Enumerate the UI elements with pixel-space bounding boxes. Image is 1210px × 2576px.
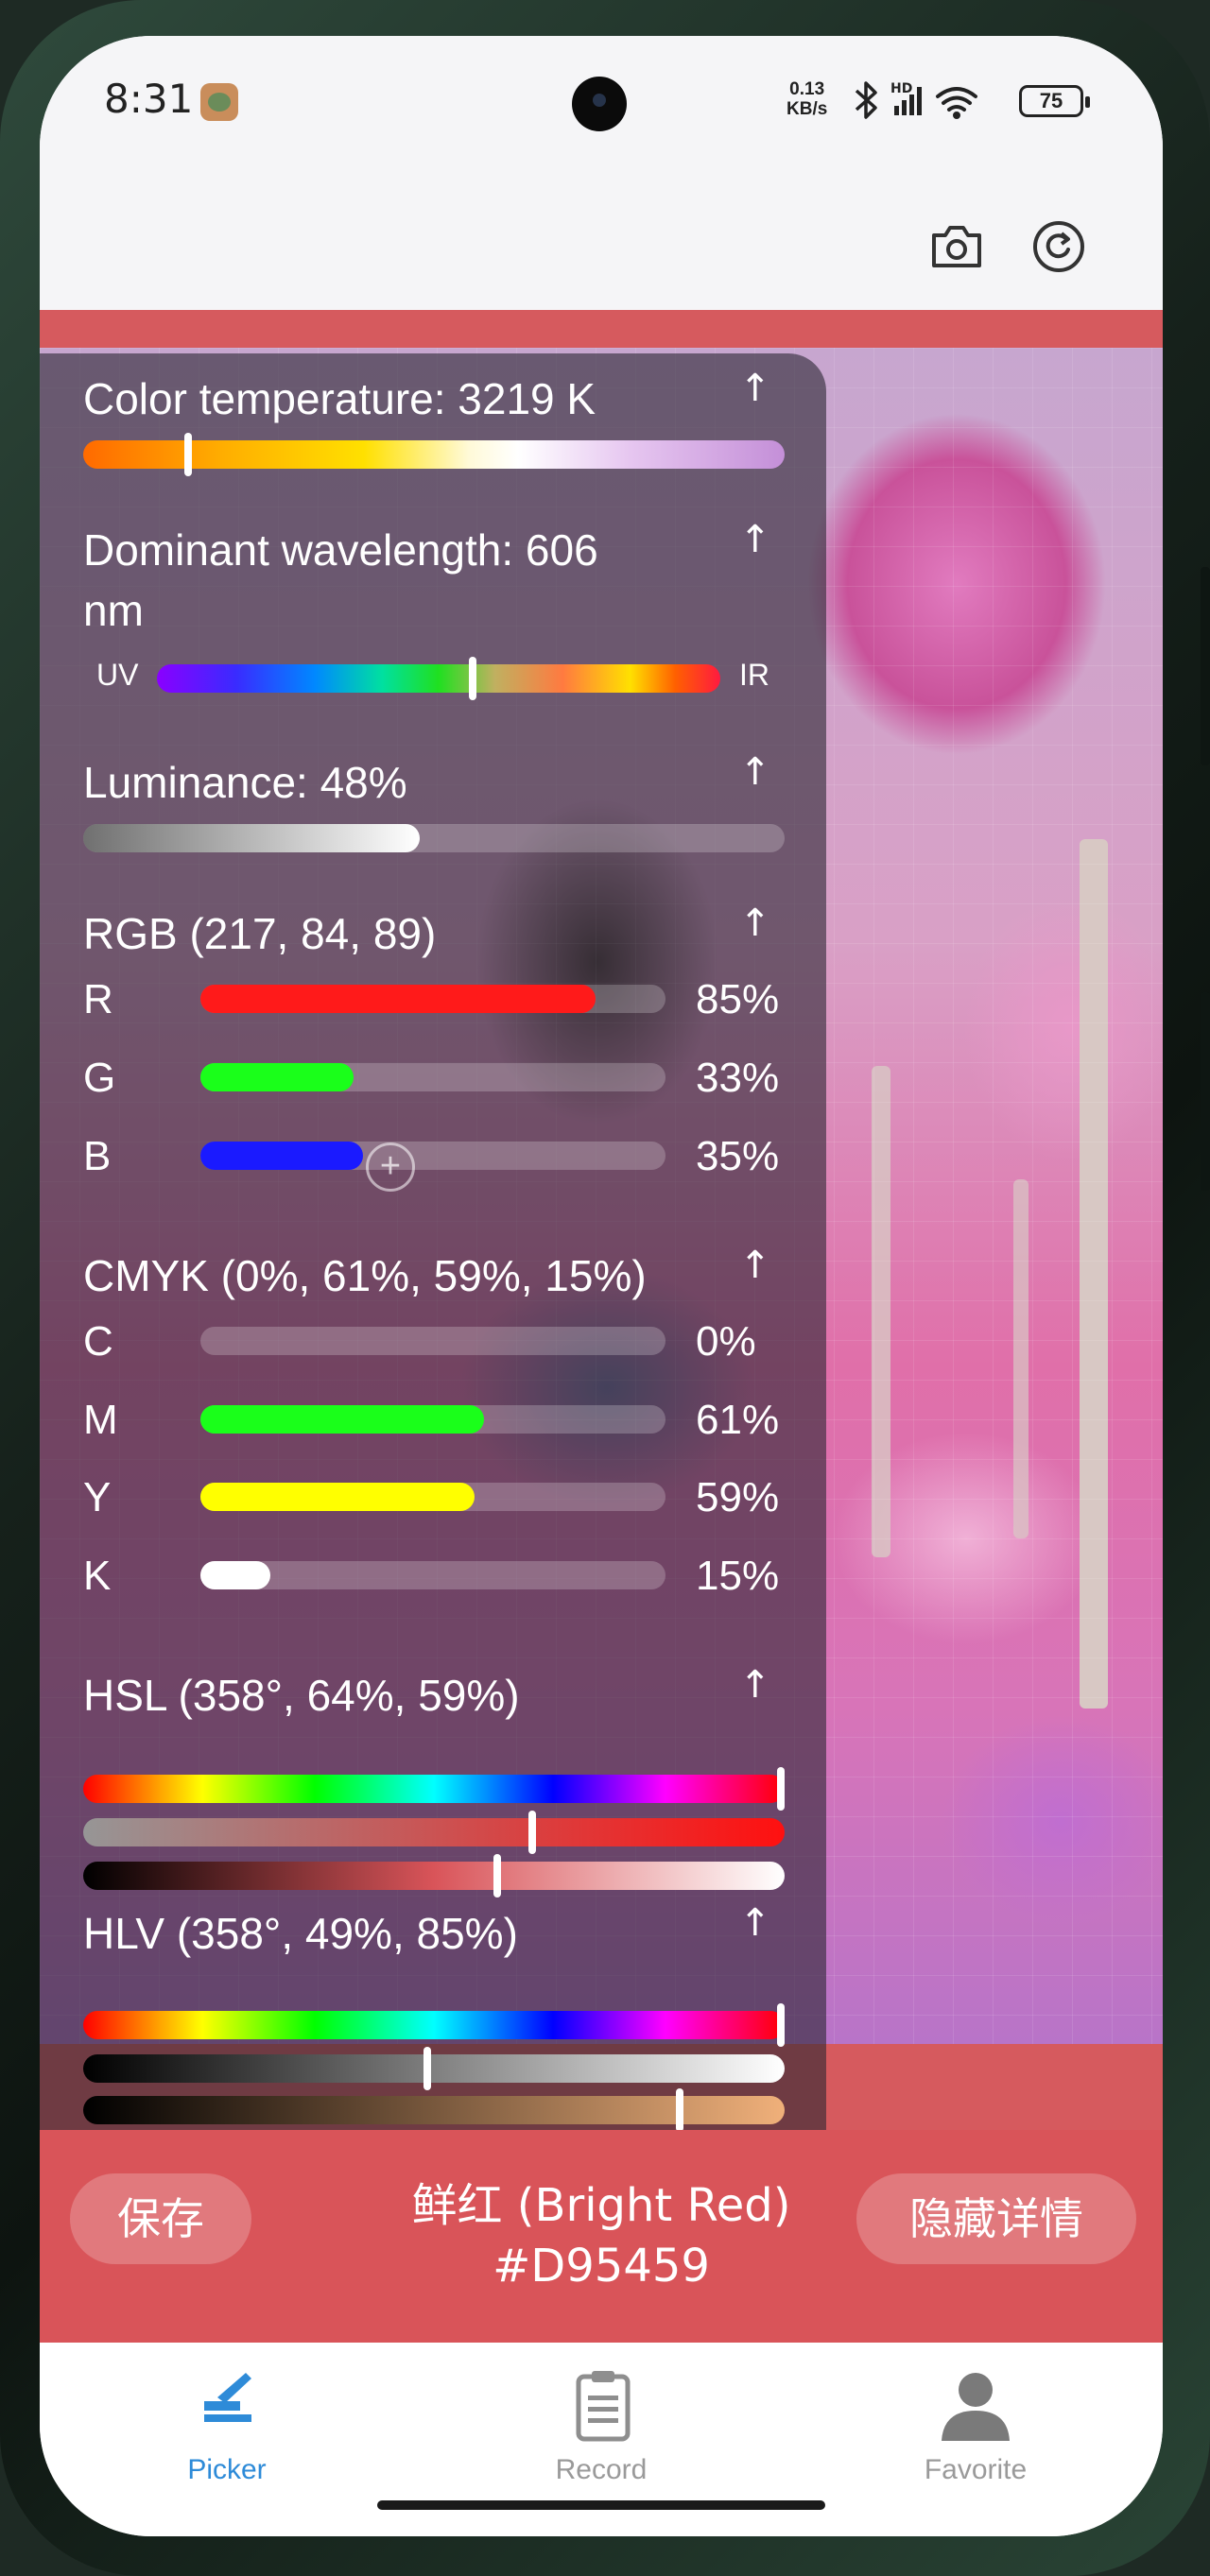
status-icons: HD bbox=[855, 81, 977, 119]
save-button[interactable]: 保存 bbox=[70, 2173, 251, 2264]
color-result-bar: 保存 鲜红 (Bright Red) #D95459 隐藏详情 bbox=[40, 2130, 1163, 2343]
favorite-icon bbox=[942, 2373, 1010, 2441]
rgb-channel-label: B bbox=[83, 1133, 112, 1179]
cmyk-channel-track bbox=[200, 1561, 666, 1589]
hsl-title: HSL (358°, 64%, 59%) bbox=[83, 1671, 520, 1720]
dominant-wavelength-line2: nm bbox=[83, 586, 144, 635]
rgb-channel-fill bbox=[200, 1142, 364, 1170]
battery-icon: 75 bbox=[1019, 85, 1090, 117]
rgb-channel-value: 35% bbox=[696, 1133, 780, 1179]
cmyk-channel-label: M bbox=[83, 1397, 118, 1443]
collapse-arrow-icon[interactable]: ↑ bbox=[739, 902, 771, 945]
hlv-v-bar bbox=[83, 2088, 785, 2132]
ir-label: IR bbox=[739, 658, 769, 692]
cmyk-channel-value: 0% bbox=[696, 1318, 756, 1365]
hide-details-button[interactable]: 隐藏详情 bbox=[856, 2173, 1136, 2264]
cmyk-channel-value: 61% bbox=[696, 1397, 780, 1443]
rgb-channel-label: G bbox=[83, 1055, 116, 1101]
hsl-hue-bar bbox=[83, 1767, 785, 1811]
collapse-arrow-icon[interactable]: ↑ bbox=[739, 1244, 771, 1287]
app-notification-icon bbox=[200, 83, 238, 121]
nav-item-favorite[interactable]: Favorite bbox=[788, 2343, 1163, 2536]
refresh-icon[interactable] bbox=[1030, 218, 1087, 275]
wifi-icon bbox=[936, 87, 977, 119]
status-bar: 8:31 0.13 KB/s HD 75 bbox=[40, 36, 1163, 163]
hlv-l-marker bbox=[423, 2047, 431, 2090]
rgb-channel-label: R bbox=[83, 976, 113, 1022]
nav-label-record: Record bbox=[555, 2454, 648, 2485]
cmyk-channel-value: 15% bbox=[696, 1553, 780, 1599]
cmyk-channel-value: 59% bbox=[696, 1474, 780, 1520]
status-time: 8:31 bbox=[104, 76, 194, 122]
net-speed: 0.13 KB/s bbox=[786, 79, 827, 119]
hsl-saturation-marker bbox=[527, 1811, 536, 1854]
collapse-arrow-icon[interactable]: ↑ bbox=[739, 750, 771, 794]
color-temperature-title: Color temperature: 3219 K bbox=[83, 374, 596, 423]
home-indicator[interactable] bbox=[377, 2500, 825, 2510]
color-info: 鲜红 (Bright Red) #D95459 bbox=[323, 2175, 879, 2296]
rgb-title: RGB (217, 84, 89) bbox=[83, 909, 437, 958]
rgb-channel-value: 33% bbox=[696, 1055, 780, 1101]
collapse-arrow-icon[interactable]: ↑ bbox=[739, 367, 771, 410]
collapse-arrow-icon[interactable]: ↑ bbox=[739, 518, 771, 561]
color-temperature-marker bbox=[184, 433, 193, 476]
net-speed-unit: KB/s bbox=[786, 99, 828, 119]
collapse-arrow-icon[interactable]: ↑ bbox=[739, 1663, 771, 1707]
nav-label-picker: Picker bbox=[187, 2454, 267, 2485]
rgb-channel-fill bbox=[200, 985, 596, 1013]
color-name: 鲜红 (Bright Red) bbox=[411, 2179, 791, 2232]
front-camera bbox=[572, 77, 627, 131]
collapse-arrow-icon[interactable]: ↑ bbox=[739, 1901, 771, 1945]
hlv-hue-marker bbox=[776, 2003, 785, 2047]
dominant-wavelength-line1: Dominant wavelength: 606 bbox=[83, 525, 598, 575]
nav-item-picker[interactable]: Picker bbox=[40, 2343, 414, 2536]
cmyk-channel-label: C bbox=[83, 1318, 113, 1365]
luminance-track bbox=[83, 824, 785, 852]
battery-level: 75 bbox=[1039, 89, 1063, 112]
hlv-v-marker bbox=[675, 2088, 683, 2132]
color-temperature-bar bbox=[83, 433, 785, 476]
hsl-lightness-bar bbox=[83, 1854, 785, 1898]
net-speed-value: 0.13 bbox=[789, 79, 825, 99]
rgb-channel-track bbox=[200, 985, 666, 1013]
cmyk-title: CMYK (0%, 61%, 59%, 15%) bbox=[83, 1251, 647, 1300]
color-hex: #D95459 bbox=[493, 2240, 710, 2293]
signal-icon: HD bbox=[890, 81, 922, 115]
top-toolbar bbox=[40, 163, 1163, 310]
wavelength-bar bbox=[157, 657, 720, 700]
luminance-fill bbox=[83, 824, 421, 852]
rgb-channel-track bbox=[200, 1142, 666, 1170]
rgb-channel-track bbox=[200, 1063, 666, 1091]
rgb-channel-value: 85% bbox=[696, 976, 780, 1022]
cmyk-channel-fill bbox=[200, 1561, 270, 1589]
camera-icon[interactable] bbox=[928, 222, 985, 271]
hsl-lightness-marker bbox=[493, 1854, 501, 1898]
rgb-channel-fill bbox=[200, 1063, 354, 1091]
picker-icon bbox=[204, 2373, 251, 2422]
wavelength-marker bbox=[468, 657, 476, 700]
picker-crosshair[interactable]: + bbox=[366, 1142, 415, 1192]
side-button bbox=[1201, 992, 1210, 1191]
network-badge: HD bbox=[890, 81, 912, 96]
cmyk-channel-label: K bbox=[83, 1553, 112, 1599]
bluetooth-icon bbox=[855, 81, 877, 119]
hlv-l-bar bbox=[83, 2047, 785, 2090]
hlv-hue-bar bbox=[83, 2003, 785, 2047]
hlv-title: HLV (358°, 49%, 85%) bbox=[83, 1909, 518, 1958]
cmyk-channel-track bbox=[200, 1327, 666, 1355]
hsl-saturation-bar bbox=[83, 1811, 785, 1854]
cmyk-channel-label: Y bbox=[83, 1474, 112, 1520]
cmyk-channel-fill bbox=[200, 1483, 475, 1511]
uv-label: UV bbox=[96, 658, 139, 692]
hsl-hue-marker bbox=[776, 1767, 785, 1811]
luminance-title: Luminance: 48% bbox=[83, 758, 407, 807]
dominant-wavelength-title: Dominant wavelength: 606 nm bbox=[83, 520, 598, 641]
cmyk-channel-track bbox=[200, 1483, 666, 1511]
nav-label-favorite: Favorite bbox=[924, 2454, 1028, 2485]
record-icon bbox=[576, 2371, 631, 2442]
cmyk-channel-track bbox=[200, 1405, 666, 1434]
side-button bbox=[1201, 567, 1210, 765]
screen: 8:31 0.13 KB/s HD 75 Color temperature: … bbox=[40, 36, 1163, 2536]
cmyk-channel-fill bbox=[200, 1405, 485, 1434]
